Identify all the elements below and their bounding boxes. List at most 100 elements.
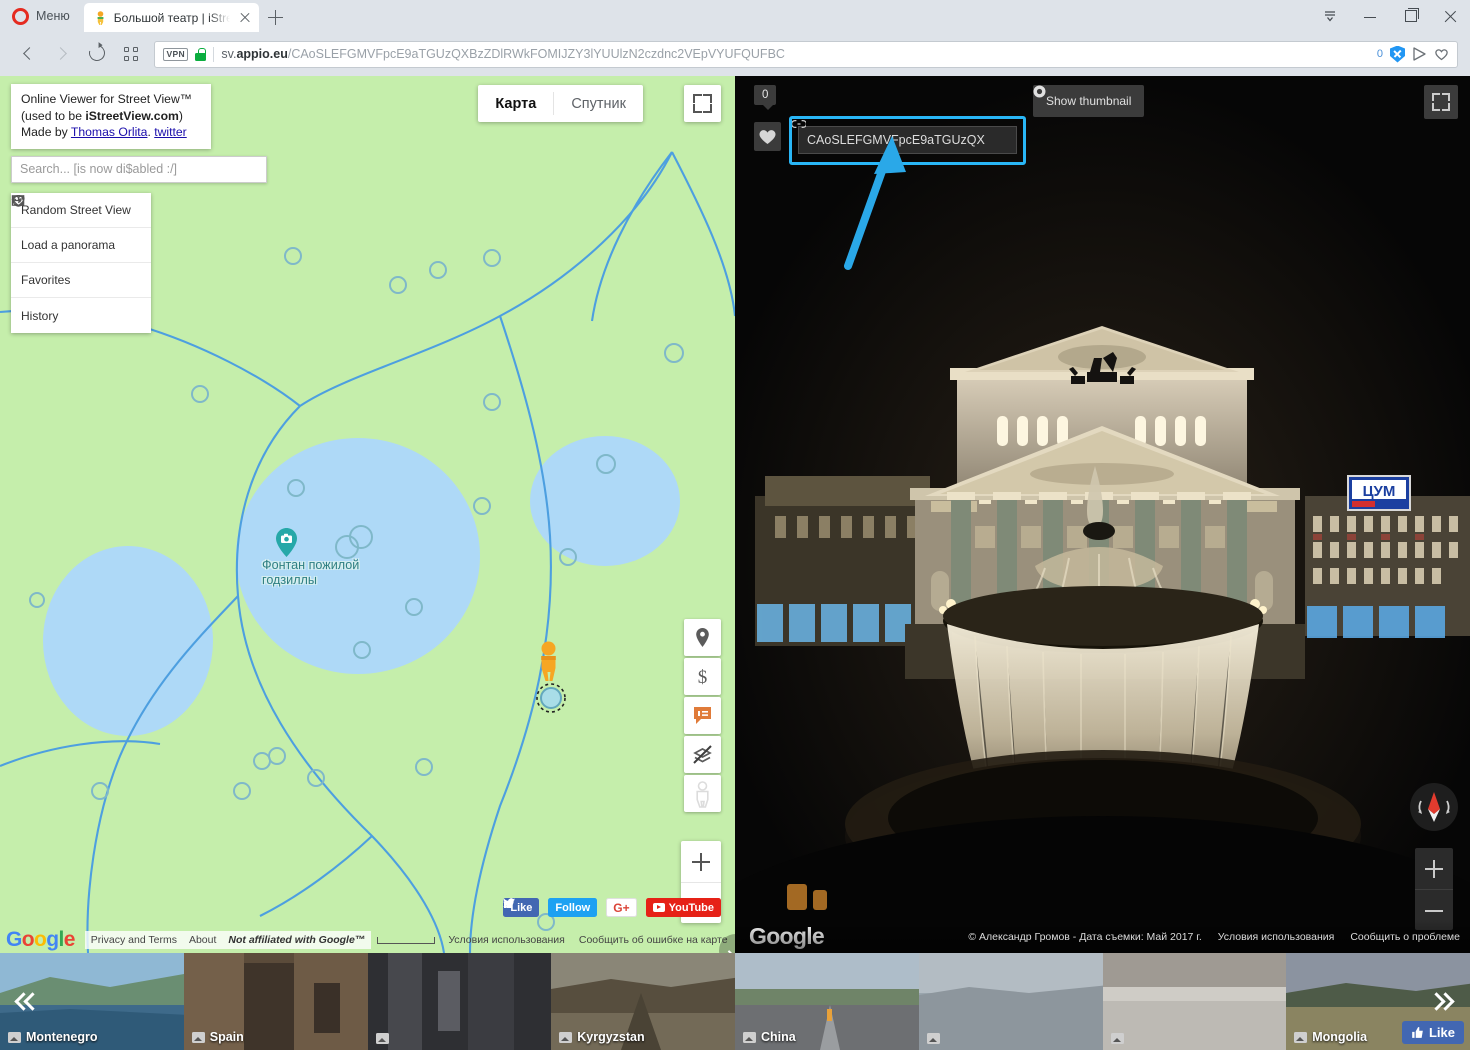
map-pane[interactable]: Online Viewer for Street View™ (used to … — [0, 76, 735, 953]
list-item[interactable] — [918, 953, 1103, 1050]
opera-logo-icon — [12, 7, 29, 25]
menu-item-favorites[interactable]: Favorites — [11, 195, 151, 298]
url-separator — [213, 46, 215, 62]
restore-window-icon[interactable] — [1390, 0, 1430, 32]
search-input[interactable]: Search... [is now di$abled :/] — [11, 156, 267, 183]
speed-dial-grid-icon[interactable] — [114, 37, 148, 71]
place-pin-icon[interactable] — [684, 619, 721, 656]
browser-window: Меню Большой театр | iStreetVi — [0, 0, 1470, 1050]
menu-item-label: Favorites — [21, 273, 71, 287]
thumbnail-image — [918, 953, 1103, 1050]
twitter-link[interactable]: twitter — [154, 125, 187, 139]
map-marker-pin[interactable] — [276, 528, 297, 557]
double-chevron-right-icon — [1427, 989, 1455, 1015]
heart-icon — [759, 130, 776, 144]
svg-text:ЦУМ: ЦУМ — [1363, 483, 1396, 500]
youtube-label: YouTube — [668, 901, 714, 914]
youtube-button[interactable]: YouTube — [645, 898, 721, 917]
not-affiliated-disclaimer: Not affiliated with Google™ — [222, 931, 372, 949]
map-fullscreen-button[interactable] — [684, 85, 721, 122]
panorama-terms-link[interactable]: Условия использования — [1218, 931, 1335, 943]
url-path: /CAoSLEFGMVFpcE9aTGUzQXBzZDlRWkFOMIJZY3l… — [287, 47, 785, 61]
thumbnail-strip: Montenegro Spain Kyrgyzstan China Mongol… — [0, 953, 1470, 1050]
layers-off-icon[interactable] — [684, 736, 721, 773]
image-icon — [1110, 1033, 1124, 1044]
address-bar[interactable]: VPN sv.appio.eu/CAoSLEFGMVFpcE9aTGUzQXBz… — [154, 40, 1458, 68]
image-icon — [743, 1031, 756, 1043]
report-map-error-link[interactable]: Сообщить об ошибке на карте — [572, 931, 735, 949]
panorama-report-link[interactable]: Сообщить о проблеме — [1350, 931, 1460, 943]
map-menu-list: Random Street View Load a panorama Favor… — [11, 193, 151, 333]
thumbnail-image — [1102, 953, 1287, 1050]
privacy-and-terms-link[interactable]: Privacy and Terms — [84, 931, 183, 949]
terms-of-use-link[interactable]: Условия использования — [441, 931, 572, 949]
panorama-zoom-controls — [1415, 848, 1453, 930]
image-icon — [375, 1033, 389, 1044]
istreetview-brand: iStreetView.com — [85, 108, 179, 123]
comment-icon[interactable] — [684, 697, 721, 734]
downloads-icon[interactable] — [1310, 0, 1350, 32]
panorama-fullscreen-button[interactable] — [1424, 85, 1458, 119]
thumbnail-label — [1110, 1033, 1129, 1044]
play-icon — [652, 903, 665, 912]
menu-item-label: Random Street View — [21, 203, 131, 217]
double-chevron-left-icon — [14, 989, 42, 1015]
author-link[interactable]: Thomas Orlita — [71, 125, 148, 139]
tab-map[interactable]: Карта — [478, 85, 553, 122]
menu-item-random-street-view[interactable]: Random Street View — [11, 193, 151, 228]
browser-tab[interactable]: Большой театр | iStreetVi — [83, 3, 259, 32]
thumbnail-label-text: Spain — [209, 1030, 244, 1044]
pegman-icon[interactable] — [537, 641, 560, 681]
thumbstrip-prev-button[interactable] — [0, 953, 56, 1050]
panorama-copyright: © Александр Громов - Дата съемки: Май 20… — [968, 931, 1202, 943]
padlock-secure-icon — [195, 47, 207, 61]
thumbnail-label-text: Mongolia — [1312, 1030, 1368, 1044]
compass-icon[interactable] — [1410, 783, 1458, 831]
history-clock-icon — [11, 195, 24, 207]
thumbnail-image — [367, 953, 552, 1050]
panorama-zoom-in-button[interactable] — [1415, 848, 1453, 889]
address-bar-actions: 0 — [1377, 45, 1451, 63]
reload-icon[interactable] — [80, 37, 114, 71]
thumbnail-label: Spain — [191, 1030, 244, 1044]
forward-chevron-icon[interactable] — [46, 37, 80, 71]
tab-satellite[interactable]: Спутник — [554, 85, 643, 122]
google-plus-button[interactable]: G+ — [606, 898, 637, 917]
map-side-controls: $ — [684, 619, 721, 814]
panorama-id-input[interactable]: CAoSLEFGMVFpcE9aTGUzQX — [792, 120, 1017, 154]
image-icon — [559, 1031, 573, 1043]
panorama-id-value: CAoSLEFGMVFpcE9aTGUzQX — [807, 133, 985, 147]
new-tab-plus-icon[interactable] — [259, 3, 293, 32]
close-window-icon[interactable] — [1430, 0, 1470, 32]
social-buttons: Like Follow G+ YouTube — [503, 898, 721, 917]
menu-item-history[interactable]: History — [11, 195, 151, 333]
list-item[interactable]: China — [735, 953, 919, 1050]
twitter-follow-button[interactable]: Follow — [503, 898, 598, 917]
menu-item-load-a-panorama[interactable]: Load a panorama — [11, 195, 151, 263]
favorite-heart-button[interactable] — [754, 122, 781, 151]
list-item[interactable] — [367, 953, 552, 1050]
map-zoom-in-button[interactable] — [681, 841, 721, 882]
list-item[interactable] — [1102, 953, 1287, 1050]
send-to-device-icon[interactable] — [1412, 47, 1427, 61]
back-chevron-icon[interactable] — [12, 37, 46, 71]
list-item[interactable]: Spain — [183, 953, 368, 1050]
panorama-pane[interactable]: ЦУМ 0 CAoSLEFGMVFpcE9aTGUzQX Show thumbn… — [735, 76, 1470, 953]
dollar-icon[interactable]: $ — [684, 658, 721, 695]
thumbnail-label — [375, 1033, 394, 1044]
ad-blocker-shield-icon[interactable] — [1390, 45, 1405, 63]
heart-icon[interactable] — [1434, 47, 1449, 61]
thumbs-up-icon — [1412, 1027, 1423, 1038]
show-thumbnail-label: Show thumbnail — [1046, 94, 1132, 108]
pegman-drag-icon[interactable] — [684, 775, 721, 812]
close-tab-icon[interactable] — [237, 10, 253, 26]
show-thumbnail-button[interactable]: Show thumbnail — [1033, 85, 1145, 117]
minimize-icon[interactable] — [1350, 0, 1390, 32]
list-item[interactable]: Kyrgyzstan — [551, 953, 735, 1050]
svg-text:$: $ — [698, 667, 708, 688]
made-by-text: Made by — [21, 125, 71, 139]
facebook-like-floating-button[interactable]: Like — [1401, 1021, 1464, 1044]
google-logo: Google — [6, 928, 75, 951]
about-link[interactable]: About — [182, 931, 223, 949]
opera-menu-button[interactable]: Меню — [0, 0, 84, 32]
